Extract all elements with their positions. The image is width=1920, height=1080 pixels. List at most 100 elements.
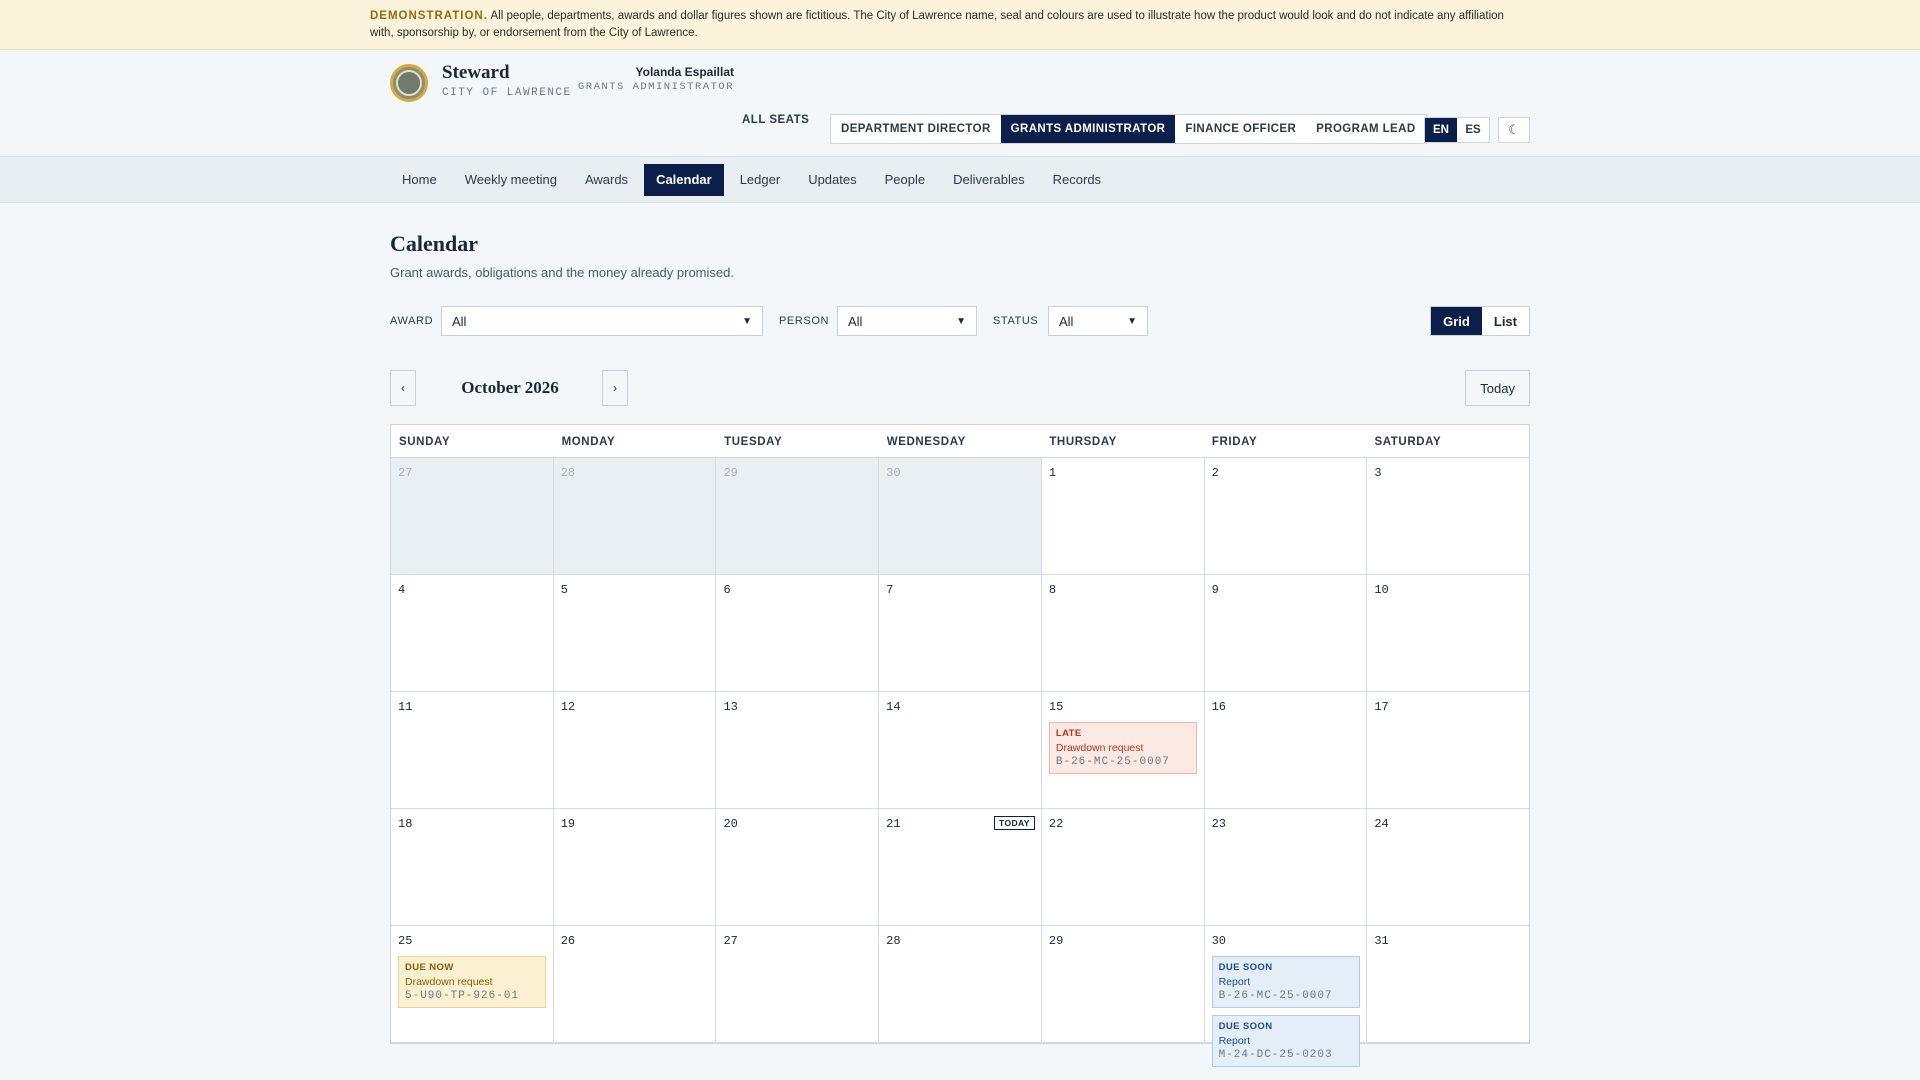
calendar-day[interactable]: 15 LATE Drawdown request B-26-MC-25-0007 <box>1042 692 1205 808</box>
day-number: 25 <box>398 934 413 948</box>
seat-tab-department-director[interactable]: DEPARTMENT DIRECTOR <box>831 115 1001 143</box>
theme-toggle-button[interactable]: ☾ <box>1498 117 1530 143</box>
seat-tab-finance-officer[interactable]: FINANCE OFFICER <box>1175 115 1306 143</box>
day-number: 30 <box>886 466 901 480</box>
day-number: 26 <box>560 934 576 948</box>
seat-tab-program-lead[interactable]: PROGRAM LEAD <box>1306 115 1425 143</box>
lang-es-button[interactable]: ES <box>1457 118 1489 142</box>
all-seats-link[interactable]: ALL SEATS <box>742 114 809 126</box>
calendar-day[interactable]: 18 <box>391 809 554 925</box>
day-number: 23 <box>1211 817 1226 831</box>
view-toggle: Grid List <box>1430 306 1530 336</box>
weekday-header-cell: SATURDAY <box>1374 436 1442 448</box>
calendar-day[interactable]: 28 <box>553 458 717 574</box>
calendar-event[interactable]: DUE SOON Report M-24-DC-25-0203 <box>1211 1015 1360 1067</box>
calendar-day[interactable]: 2 <box>1205 458 1368 574</box>
calendar-day[interactable]: 6 <box>716 575 880 691</box>
main-content: Calendar Grant awards, obligations and t… <box>0 231 1530 1067</box>
calendar-day[interactable]: 13 <box>716 692 880 808</box>
status-filter-select[interactable]: All ▼ <box>1048 306 1148 336</box>
day-number: 27 <box>723 934 738 948</box>
calendar-event[interactable]: DUE NOW Drawdown request 5-U90-TP-926-01 <box>398 956 546 1008</box>
nav-item-records[interactable]: Records <box>1041 164 1113 196</box>
event-status: DUE SOON <box>1218 1021 1273 1032</box>
calendar-day[interactable]: 24 <box>1367 809 1529 925</box>
next-month-button[interactable]: › <box>602 370 628 406</box>
weekday-header: SUNDAY MONDAY TUESDAY WEDNESDAY THURSDAY FRID… <box>391 425 1529 458</box>
nav-item-updates[interactable]: Updates <box>796 164 868 196</box>
day-number: 9 <box>1211 583 1219 597</box>
weekday-header-cell: TUESDAY <box>724 436 783 448</box>
calendar-event[interactable]: LATE Drawdown request B-26-MC-25-0007 <box>1048 722 1197 774</box>
nav-item-home[interactable]: Home <box>390 164 449 196</box>
calendar-event[interactable]: DUE SOON Report B-26-MC-25-0007 <box>1211 956 1360 1008</box>
nav-item-deliverables[interactable]: Deliverables <box>941 164 1037 196</box>
calendar-day[interactable]: 21 TODAY <box>879 809 1042 925</box>
page-title: Calendar <box>390 231 478 256</box>
user-name: Yolanda Espaillat <box>635 65 734 79</box>
calendar-day[interactable]: 20 <box>716 809 880 925</box>
calendar-day[interactable]: 8 <box>1042 575 1205 691</box>
event-title: Report <box>1218 1035 1251 1047</box>
day-number: 18 <box>398 817 413 831</box>
nav-item-awards[interactable]: Awards <box>573 164 640 196</box>
list-view-button[interactable]: List <box>1482 307 1529 335</box>
calendar-day[interactable]: 4 <box>391 575 554 691</box>
calendar-day[interactable]: 30 <box>879 458 1042 574</box>
event-award-code: B-26-MC-25-0007 <box>1055 756 1170 768</box>
nav-item-weekly-meeting[interactable]: Weekly meeting <box>453 164 569 196</box>
previous-month-button[interactable]: ‹ <box>390 370 416 406</box>
calendar-day[interactable]: 30 DUE SOON Report B-26-MC-25-0007 DUE SOON R… <box>1205 926 1368 1067</box>
calendar-day[interactable]: 25 DUE NOW Drawdown request 5-U90-TP-926-01 <box>391 926 554 1042</box>
calendar-day[interactable]: 22 <box>1042 809 1205 925</box>
day-number: 4 <box>398 583 406 597</box>
lang-en-button[interactable]: EN <box>1425 118 1457 142</box>
seat-tab-grants-administrator[interactable]: GRANTS ADMINISTRATOR <box>1000 115 1176 143</box>
calendar-day[interactable]: 17 <box>1367 692 1529 808</box>
calendar-day[interactable]: 1 <box>1042 458 1205 574</box>
day-number: 12 <box>560 700 576 714</box>
nav-item-people[interactable]: People <box>873 164 937 196</box>
calendar-day[interactable]: 28 <box>879 926 1042 1042</box>
award-filter-select[interactable]: All ▼ <box>441 306 763 336</box>
current-user: Yolanda Espaillat GRANTS ADMINISTRATOR <box>578 65 734 93</box>
calendar-day[interactable]: 11 <box>391 692 554 808</box>
calendar-day[interactable]: 31 <box>1367 926 1529 1042</box>
grid-view-button[interactable]: Grid <box>1431 307 1482 335</box>
award-filter-label: AWARD <box>390 315 434 327</box>
weekday-header-cell: THURSDAY <box>1049 436 1117 448</box>
calendar-day[interactable]: 16 <box>1205 692 1368 808</box>
calendar-day[interactable]: 29 <box>716 458 880 574</box>
day-number: 6 <box>723 583 731 597</box>
person-filter-select[interactable]: All ▼ <box>837 306 977 336</box>
calendar-day[interactable]: 26 <box>554 926 717 1042</box>
calendar-day[interactable]: 12 <box>554 692 717 808</box>
day-number: 19 <box>560 817 576 831</box>
calendar-day[interactable]: 5 <box>554 575 717 691</box>
event-status: LATE <box>1055 728 1082 739</box>
calendar-day[interactable]: 27 <box>716 926 880 1042</box>
day-number: 1 <box>1048 466 1057 480</box>
day-number: 13 <box>723 700 738 714</box>
today-badge: TODAY <box>994 816 1035 830</box>
calendar-week: 11 12 13 14 15 LATE Drawdown request B-26-MC-25… <box>391 692 1529 809</box>
calendar-day[interactable]: 29 <box>1042 926 1205 1042</box>
today-button[interactable]: Today <box>1465 370 1530 406</box>
calendar-day[interactable]: 9 <box>1205 575 1368 691</box>
event-award-code: B-26-MC-25-0007 <box>1218 990 1333 1002</box>
moon-icon: ☾ <box>1508 122 1520 137</box>
calendar-day[interactable]: 10 <box>1367 575 1529 691</box>
calendar-day[interactable]: 3 <box>1367 458 1529 574</box>
calendar-day[interactable]: 7 <box>879 575 1042 691</box>
demo-banner: DEMONSTRATION. All people, departments, … <box>0 0 1920 50</box>
day-number: 15 <box>1048 700 1064 714</box>
nav-item-calendar[interactable]: Calendar <box>644 163 724 196</box>
language-switch: EN ES <box>1424 117 1490 143</box>
calendar-day[interactable]: 19 <box>554 809 717 925</box>
calendar-day[interactable]: 14 <box>879 692 1042 808</box>
day-number: 8 <box>1048 583 1057 597</box>
nav-item-ledger[interactable]: Ledger <box>728 164 792 196</box>
calendar-day[interactable]: 23 <box>1205 809 1368 925</box>
brand[interactable]: Steward CITY OF LAWRENCE <box>390 62 572 102</box>
calendar-day[interactable]: 27 <box>391 458 554 574</box>
